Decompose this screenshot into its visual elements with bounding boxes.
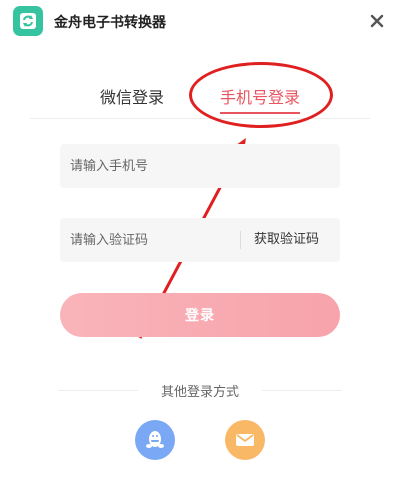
phone-input[interactable] [60, 144, 334, 190]
email-login-button[interactable] [225, 420, 265, 460]
qq-penguin-icon [146, 431, 164, 448]
qq-login-button[interactable] [135, 420, 175, 460]
active-tab-indicator [220, 112, 300, 114]
title-bar: 金舟电子书转换器 [0, 0, 400, 44]
login-button[interactable]: 登录 [60, 293, 340, 337]
get-code-button[interactable]: 获取验证码 [254, 218, 319, 262]
app-logo-icon [13, 6, 43, 36]
app-title: 金舟电子书转换器 [54, 15, 166, 31]
close-button[interactable] [366, 10, 388, 32]
code-field: 获取验证码 [60, 218, 340, 264]
tab-wechat-login[interactable]: 微信登录 [100, 84, 164, 108]
login-tabs: 微信登录 手机号登录 [30, 72, 370, 119]
tab-phone-login[interactable]: 手机号登录 [220, 84, 300, 108]
mail-icon [236, 434, 254, 446]
phone-field [60, 144, 340, 190]
verification-code-input[interactable] [60, 218, 232, 264]
field-divider [240, 231, 241, 249]
close-icon [370, 14, 384, 28]
other-login-label: 其他登录方式 [160, 385, 239, 400]
